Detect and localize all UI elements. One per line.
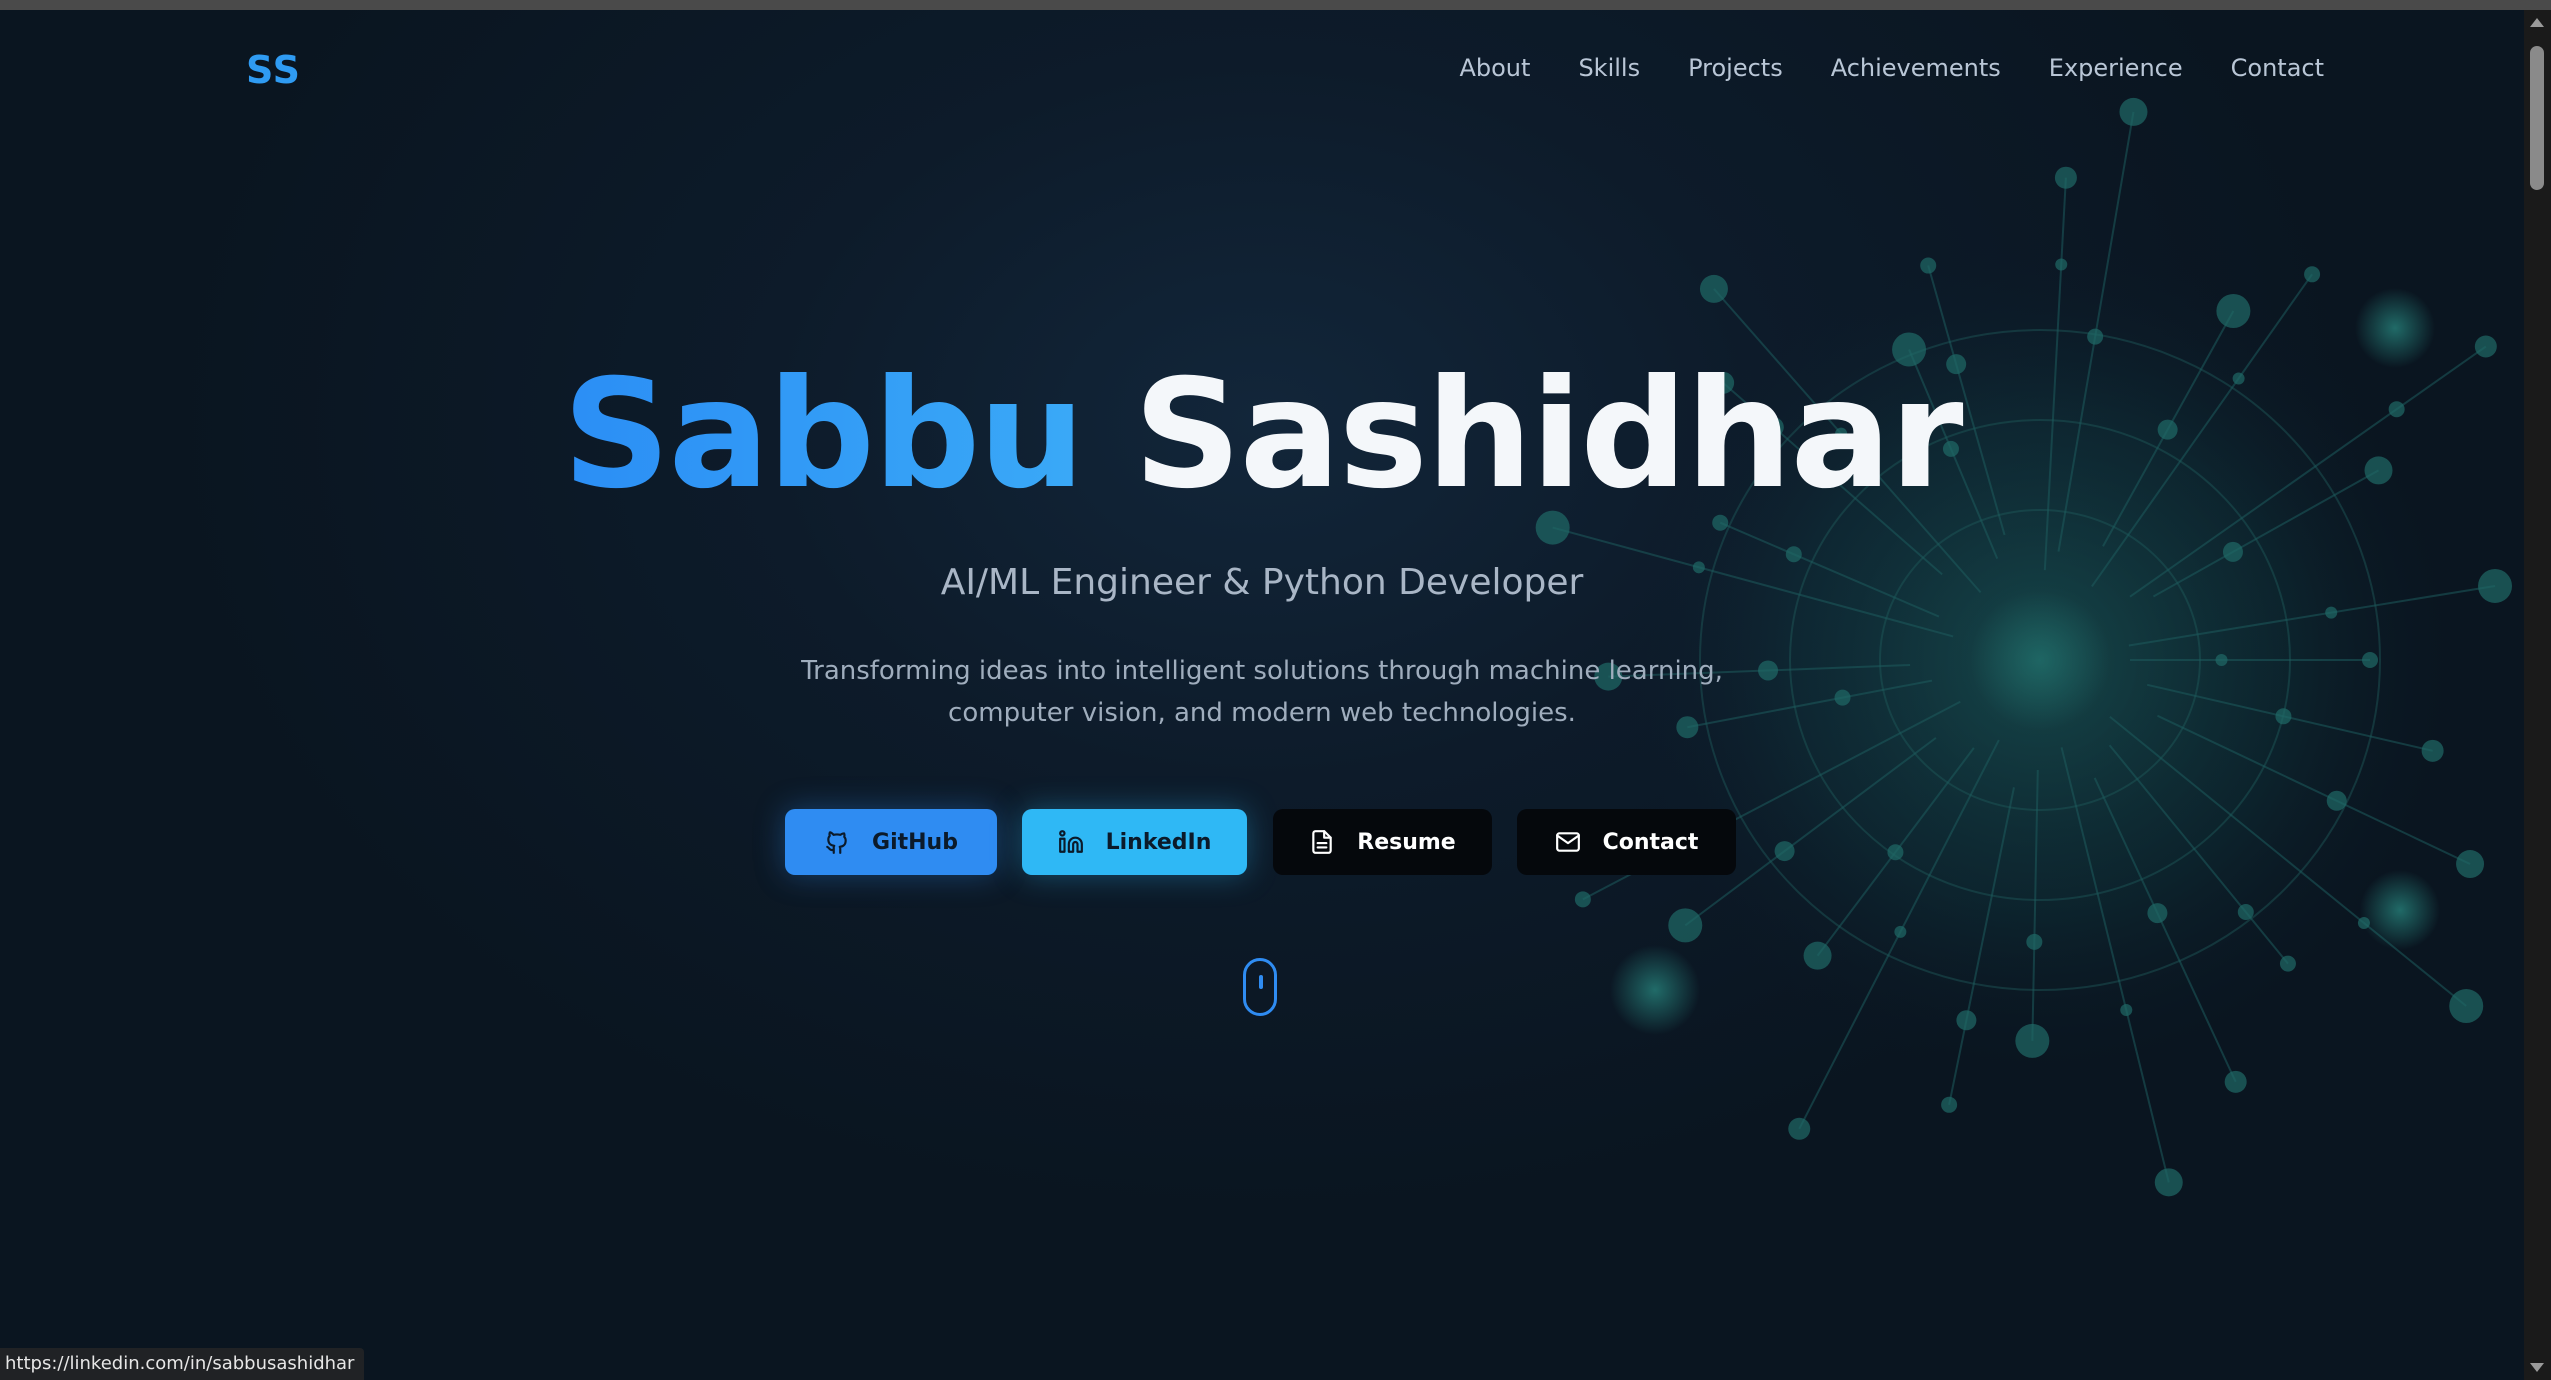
nav-item-about[interactable]: About bbox=[1459, 52, 1530, 84]
scrollbar-thumb[interactable] bbox=[2530, 46, 2544, 190]
page-viewport: SS About Skills Projects Achievements Ex… bbox=[0, 10, 2524, 1380]
vertical-scrollbar[interactable] bbox=[2524, 10, 2551, 1380]
contact-button-label: Contact bbox=[1602, 829, 1699, 855]
nav-item-projects[interactable]: Projects bbox=[1688, 52, 1783, 84]
status-bar-url: https://linkedin.com/in/sabbusashidhar bbox=[0, 1348, 365, 1380]
top-nav: About Skills Projects Achievements Exper… bbox=[1459, 52, 2324, 84]
github-icon bbox=[826, 831, 847, 854]
nav-item-skills[interactable]: Skills bbox=[1578, 52, 1640, 84]
scroll-up-arrow-icon[interactable] bbox=[2530, 18, 2544, 27]
mail-icon bbox=[1555, 832, 1580, 852]
logo[interactable]: SS bbox=[246, 48, 301, 92]
hero-title: Sabbu Sashidhar bbox=[0, 350, 2524, 520]
contact-button[interactable]: Contact bbox=[1517, 809, 1736, 875]
mouse-scroll-icon[interactable] bbox=[1243, 958, 1277, 1016]
github-button-label: GitHub bbox=[872, 829, 958, 855]
nav-item-achievements[interactable]: Achievements bbox=[1831, 52, 2001, 84]
linkedin-button[interactable]: LinkedIn bbox=[1022, 809, 1247, 875]
hero-last-name: Sashidhar bbox=[1133, 348, 1963, 522]
hero-description: Transforming ideas into intelligent solu… bbox=[801, 656, 1723, 728]
resume-button-label: Resume bbox=[1357, 829, 1456, 855]
nav-item-experience[interactable]: Experience bbox=[2049, 52, 2183, 84]
linkedin-icon bbox=[1058, 830, 1083, 853]
linkedin-button-label: LinkedIn bbox=[1105, 829, 1212, 855]
scroll-down-arrow-icon[interactable] bbox=[2530, 1363, 2544, 1372]
hero-subtitle: AI/ML Engineer & Python Developer bbox=[940, 562, 1584, 603]
document-icon bbox=[1312, 830, 1333, 854]
github-button[interactable]: GitHub bbox=[785, 809, 997, 875]
nav-item-contact[interactable]: Contact bbox=[2231, 52, 2324, 84]
hero-first-name: Sabbu bbox=[562, 348, 1085, 522]
mouse-wheel bbox=[1259, 975, 1263, 989]
resume-button[interactable]: Resume bbox=[1273, 809, 1492, 875]
